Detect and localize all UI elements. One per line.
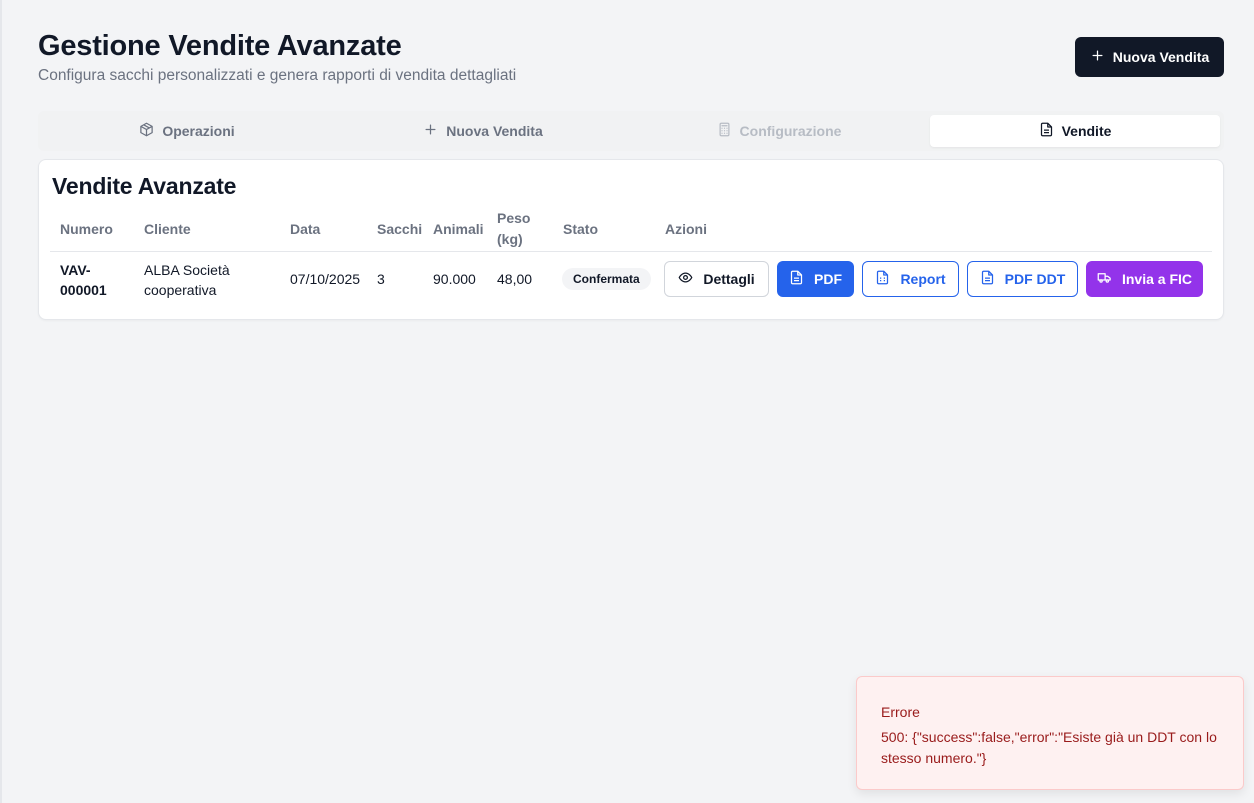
details-label: Dettagli [703, 271, 755, 287]
table-header: Numero Cliente Data Sacchi Animali Peso … [50, 209, 1212, 252]
status-badge: Confermata [562, 268, 651, 290]
table-row: VAV- 000001 ALBA Società cooperativa 07/… [50, 252, 1212, 308]
toast-message: 500: {"success":false,"error":"Esiste gi… [881, 729, 1217, 766]
tab-vendite[interactable]: Vendite [930, 115, 1220, 147]
pdf-label: PDF [814, 271, 842, 287]
pdf-ddt-button[interactable]: PDF DDT [967, 261, 1078, 297]
tab-operazioni[interactable]: Operazioni [42, 115, 332, 147]
plus-icon [1090, 48, 1105, 66]
card-title: Vendite Avanzate [52, 173, 237, 199]
col-sacchi: Sacchi [377, 221, 423, 237]
tab-label: Operazioni [162, 123, 235, 139]
col-numero: Numero [60, 221, 113, 237]
error-toast[interactable]: Errore 500: {"success":false,"error":"Es… [856, 676, 1244, 790]
col-peso-line1: Peso [497, 210, 531, 226]
tab-label: Nuova Vendita [446, 123, 543, 139]
cell-numero-line1: VAV- [60, 262, 91, 278]
file-text-icon [1039, 122, 1054, 140]
report-label: Report [900, 271, 946, 287]
calculator-icon [717, 122, 732, 140]
package-icon [139, 122, 154, 140]
tab-list: Operazioni Nuova Vendita Configurazione … [38, 111, 1224, 151]
col-azioni: Azioni [665, 221, 707, 237]
cell-peso: 48,00 [497, 271, 533, 287]
cell-data: 07/10/2025 [290, 271, 361, 287]
tab-label: Vendite [1061, 123, 1112, 139]
report-button[interactable]: Report [862, 261, 959, 297]
send-fic-button[interactable]: Invia a FIC [1086, 261, 1203, 297]
file-text-icon [980, 270, 995, 288]
page-header: Gestione Vendite Avanzate Configura sacc… [38, 30, 1224, 90]
col-cliente: Cliente [144, 221, 191, 237]
file-text-icon [789, 270, 804, 288]
eye-icon [678, 270, 693, 288]
col-animali: Animali [433, 221, 484, 237]
tab-label: Configurazione [739, 123, 842, 139]
sales-card: Vendite Avanzate Numero Cliente Data Sac… [38, 159, 1224, 320]
col-peso-line2: (kg) [497, 231, 523, 247]
file-spreadsheet-icon [875, 270, 890, 288]
tab-configurazione[interactable]: Configurazione [634, 115, 924, 147]
pdf-button[interactable]: PDF [777, 261, 854, 297]
new-sale-label: Nuova Vendita [1112, 49, 1210, 65]
new-sale-button[interactable]: Nuova Vendita [1075, 37, 1224, 77]
cell-numero-line2: 000001 [60, 282, 107, 298]
page-left-border [0, 0, 2, 803]
pdf-ddt-label: PDF DDT [1004, 271, 1066, 287]
page-title: Gestione Vendite Avanzate [38, 30, 402, 62]
tab-nuova-vendita[interactable]: Nuova Vendita [338, 115, 628, 147]
page-subtitle: Configura sacchi personalizzati e genera… [38, 67, 517, 84]
cell-animali: 90.000 [433, 271, 476, 287]
plus-icon [423, 122, 438, 140]
cell-cliente-line1: ALBA Società [144, 262, 230, 278]
details-button[interactable]: Dettagli [664, 261, 769, 297]
cell-cliente-line2: cooperativa [144, 282, 217, 298]
toast-title: Errore [881, 704, 920, 720]
col-stato: Stato [563, 221, 598, 237]
col-data: Data [290, 221, 321, 237]
cell-sacchi: 3 [377, 271, 385, 287]
send-fic-label: Invia a FIC [1121, 271, 1193, 287]
truck-icon [1097, 270, 1112, 288]
